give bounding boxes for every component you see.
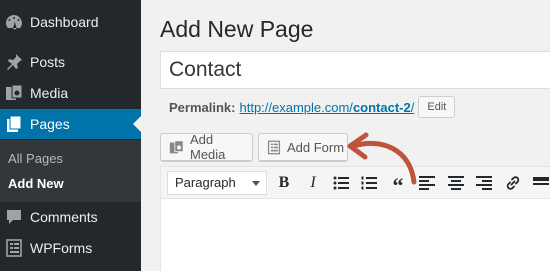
- media-icon: [5, 84, 23, 102]
- sidebar-item-label: Media: [30, 85, 69, 101]
- permalink-url[interactable]: http://example.com/contact-2/: [239, 100, 414, 115]
- permalink-url-prefix: http://example.com/: [239, 99, 353, 115]
- sidebar-item-label: WPForms: [30, 240, 93, 256]
- admin-sidebar: Dashboard Posts Media Pages All Pages Ad…: [0, 0, 141, 271]
- sidebar-item-posts[interactable]: Posts: [0, 47, 141, 77]
- sidebar-item-media[interactable]: Media: [0, 78, 141, 108]
- permalink-row: Permalink: http://example.com/contact-2/…: [169, 96, 456, 118]
- align-center-icon[interactable]: [446, 173, 466, 193]
- comment-icon: [5, 208, 23, 226]
- permalink-label: Permalink:: [169, 99, 236, 115]
- link-icon[interactable]: [503, 173, 523, 193]
- add-media-label: Add Media: [190, 132, 226, 162]
- sidebar-item-comments[interactable]: Comments: [0, 202, 141, 232]
- bold-button[interactable]: B: [274, 173, 294, 193]
- form-icon: [267, 140, 281, 155]
- page-title-input[interactable]: Contact: [160, 51, 550, 89]
- toolbar-toggle-icon[interactable]: [531, 173, 550, 193]
- sidebar-item-label: Pages: [30, 116, 70, 132]
- pushpin-icon: [5, 53, 23, 71]
- add-form-button[interactable]: Add Form: [258, 133, 348, 161]
- sidebar-item-label: Comments: [30, 209, 98, 225]
- add-form-label: Add Form: [287, 139, 345, 155]
- sidebar-item-dashboard[interactable]: Dashboard: [0, 7, 141, 37]
- format-select-value: Paragraph: [175, 175, 236, 190]
- wpforms-icon: [5, 239, 23, 257]
- sidebar-item-wpforms[interactable]: WPForms: [0, 233, 141, 263]
- permalink-slug: contact-2: [352, 99, 411, 115]
- format-select[interactable]: Paragraph: [167, 171, 267, 195]
- annotation-arrow: [347, 132, 417, 185]
- submenu-add-new[interactable]: Add New: [8, 176, 64, 191]
- dashboard-icon: [5, 13, 23, 31]
- italic-button[interactable]: I: [303, 173, 323, 193]
- page-title: Add New Page: [160, 16, 314, 42]
- add-media-button[interactable]: Add Media: [160, 132, 253, 162]
- chevron-down-icon: [252, 181, 260, 186]
- permalink-edit-button[interactable]: Edit: [418, 96, 456, 118]
- pages-submenu: All Pages Add New: [0, 140, 141, 202]
- sidebar-item-label: Dashboard: [30, 14, 99, 30]
- permalink-url-suffix: /: [410, 99, 415, 115]
- submenu-all-pages[interactable]: All Pages: [8, 151, 63, 166]
- sidebar-item-label: Posts: [30, 54, 66, 70]
- media-icon: [169, 139, 184, 155]
- align-right-icon[interactable]: [474, 173, 494, 193]
- pages-icon: [5, 115, 23, 133]
- sidebar-item-pages[interactable]: Pages: [0, 109, 141, 139]
